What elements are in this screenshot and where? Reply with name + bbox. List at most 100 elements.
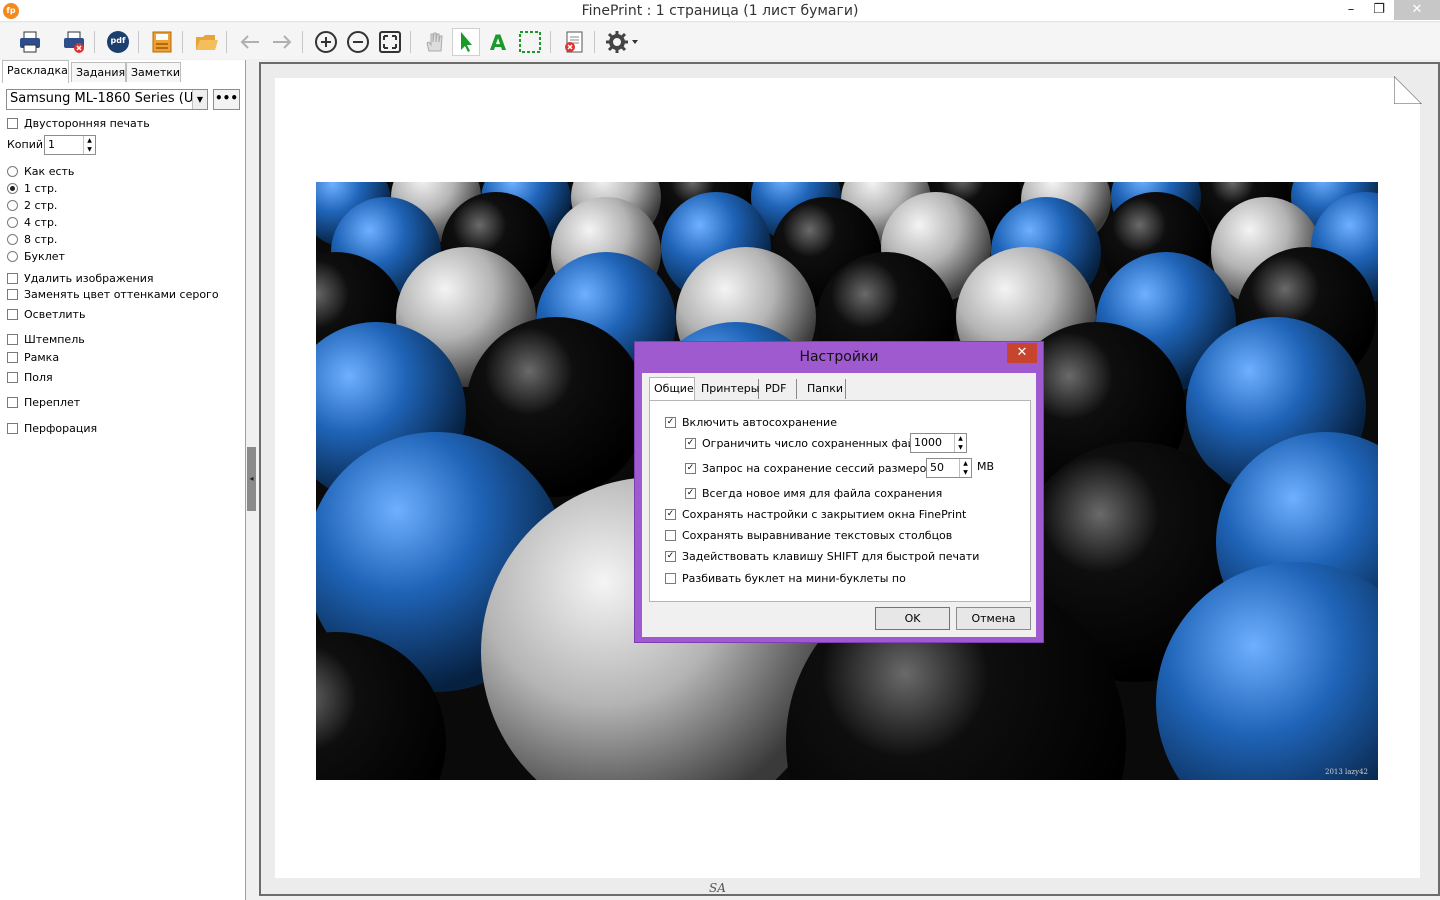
layout-radio[interactable] [7, 199, 18, 211]
layout-radio[interactable] [7, 216, 18, 228]
cancel-button[interactable]: Отмена [956, 607, 1031, 630]
duplex-checkbox[interactable]: Двусторонняя печать [7, 116, 150, 130]
dialog-tab-general[interactable]: Общие [649, 377, 695, 401]
perforation-checkbox[interactable]: Перфорация [7, 421, 97, 435]
dialog-tab-folders[interactable]: Папки [804, 379, 846, 399]
tab-jobs[interactable]: Задания [71, 62, 126, 82]
close-window-button[interactable]: ✕ [1394, 0, 1440, 20]
title-bar: fp FinePrint : 1 страница (1 лист бумаги… [0, 0, 1440, 22]
layout-option-label: 1 стр. [24, 181, 58, 195]
save-icon [152, 31, 172, 53]
stepper-spin-icon[interactable]: ▲ ▼ [959, 459, 971, 477]
layout-radio[interactable] [7, 250, 18, 262]
autosave-checkbox[interactable]: ✓ Включить автосохранение [665, 415, 837, 429]
printer-options-button[interactable]: ••• [213, 89, 240, 110]
open-button[interactable] [192, 28, 220, 56]
copies-spin-icon[interactable]: ▲ ▼ [83, 136, 95, 154]
split-booklet-checkbox[interactable]: Разбивать буклет на мини-буклеты по [665, 571, 906, 585]
delete-page-icon [565, 31, 583, 53]
new-name-checkbox[interactable]: ✓ Всегда новое имя для файла сохранения [685, 486, 942, 500]
checkbox-label: Удалить изображения [24, 271, 154, 285]
max-files-stepper[interactable]: 1000 ▲ ▼ [910, 433, 967, 453]
checkbox-box[interactable] [7, 371, 18, 383]
photo-credit: 2013 lazy42 [1325, 768, 1368, 776]
fit-page-icon [379, 31, 401, 53]
hand-tool-button[interactable] [420, 28, 448, 56]
lighten-checkbox[interactable]: Осветлить [7, 307, 85, 321]
settings-button[interactable] [604, 28, 642, 56]
text-tool-label: A [490, 31, 507, 55]
session-size-stepper[interactable]: 50 ▲ ▼ [926, 458, 972, 478]
checkbox-box[interactable] [7, 422, 18, 434]
tab-layout[interactable]: Раскладка [2, 60, 69, 83]
next-page-button[interactable] [268, 28, 296, 56]
layout-option-1-page[interactable]: 1 стр. [7, 181, 57, 195]
forward-arrow-icon [273, 35, 292, 49]
ok-button[interactable]: OK [875, 607, 950, 630]
maximize-button[interactable]: ❐ [1366, 0, 1392, 20]
grayscale-checkbox[interactable]: Заменять цвет оттенками серого [7, 287, 219, 301]
limit-files-checkbox[interactable]: ✓ Ограничить число сохраненных файлов [685, 436, 935, 450]
remove-images-checkbox[interactable]: Удалить изображения [7, 271, 154, 285]
layout-option-2-pages[interactable]: 2 стр. [7, 198, 57, 212]
dialog-tab-pdf[interactable]: PDF [762, 379, 797, 399]
dialog-close-button[interactable]: ✕ [1007, 343, 1037, 363]
layout-option-booklet[interactable]: Буклет [7, 249, 65, 263]
checkbox-box[interactable]: ✓ [685, 437, 696, 449]
layout-radio[interactable] [7, 182, 18, 194]
save-align-checkbox[interactable]: Сохранять выравнивание текстовых столбцо… [665, 528, 952, 542]
duplex-checkbox-box[interactable] [7, 117, 18, 129]
checkbox-box[interactable] [665, 529, 676, 541]
print-button[interactable] [16, 28, 44, 56]
checkbox-box[interactable]: ✓ [685, 487, 696, 499]
checkbox-box[interactable]: ✓ [665, 416, 676, 428]
checkbox-box[interactable] [7, 308, 18, 320]
save-button[interactable] [148, 28, 176, 56]
tab-notes[interactable]: Заметки [126, 62, 181, 82]
zoom-in-button[interactable] [312, 28, 340, 56]
printer-select[interactable]: Samsung ML-1860 Series (USB001) ▼ [6, 89, 208, 110]
watermark-text: SA [709, 881, 726, 895]
shift-key-checkbox[interactable]: ✓ Задействовать клавишу SHIFT для быстро… [665, 549, 979, 563]
text-tool-button[interactable]: A [484, 28, 512, 56]
checkbox-box[interactable] [7, 396, 18, 408]
fit-page-button[interactable] [376, 28, 404, 56]
checkbox-label: Рамка [24, 350, 60, 364]
print-and-delete-button[interactable] [60, 28, 88, 56]
zoom-out-button[interactable] [344, 28, 372, 56]
save-settings-checkbox[interactable]: ✓ Сохранять настройки с закрытием окна F… [665, 507, 966, 521]
checkbox-box[interactable] [7, 288, 18, 300]
checkbox-box[interactable]: ✓ [665, 550, 676, 562]
copies-stepper[interactable]: 1 ▲ ▼ [44, 135, 96, 155]
dialog-tab-printers[interactable]: Принтеры [698, 379, 759, 399]
ask-session-checkbox[interactable]: ✓ Запрос на сохранение сессий размером > [685, 461, 947, 475]
minimize-button[interactable]: – [1338, 0, 1364, 20]
checkbox-box[interactable] [665, 572, 676, 584]
frame-checkbox[interactable]: Рамка [7, 350, 59, 364]
left-panel: Раскладка Задания Заметки Samsung ML-186… [0, 60, 246, 900]
panel-collapse-handle[interactable]: ◂ [247, 447, 256, 511]
stepper-spin-icon[interactable]: ▲ ▼ [954, 434, 966, 452]
pdf-pro-button[interactable]: pdf [104, 28, 132, 56]
pdf-label: pdf [111, 36, 126, 45]
layout-option-as-is[interactable]: Как есть [7, 164, 74, 178]
previous-page-button[interactable] [236, 28, 264, 56]
margins-checkbox[interactable]: Поля [7, 370, 53, 384]
checkbox-box[interactable]: ✓ [685, 462, 696, 474]
checkbox-box[interactable] [7, 351, 18, 363]
layout-option-8-pages[interactable]: 8 стр. [7, 232, 57, 246]
stamp-checkbox[interactable]: Штемпель [7, 332, 85, 346]
layout-radio[interactable] [7, 233, 18, 245]
binding-checkbox[interactable]: Переплет [7, 395, 80, 409]
checkbox-box[interactable] [7, 272, 18, 284]
select-region-button[interactable] [516, 28, 544, 56]
delete-page-button[interactable] [560, 28, 588, 56]
layout-radio[interactable] [7, 165, 18, 177]
main-toolbar: pdf A [0, 23, 1440, 59]
checkbox-box[interactable] [7, 333, 18, 345]
layout-option-4-pages[interactable]: 4 стр. [7, 215, 57, 229]
checkbox-box[interactable]: ✓ [665, 508, 676, 520]
chevron-down-icon[interactable]: ▼ [192, 90, 207, 109]
pointer-tool-button[interactable] [452, 28, 480, 56]
checkbox-label: Задействовать клавишу SHIFT для быстрой … [682, 549, 980, 563]
